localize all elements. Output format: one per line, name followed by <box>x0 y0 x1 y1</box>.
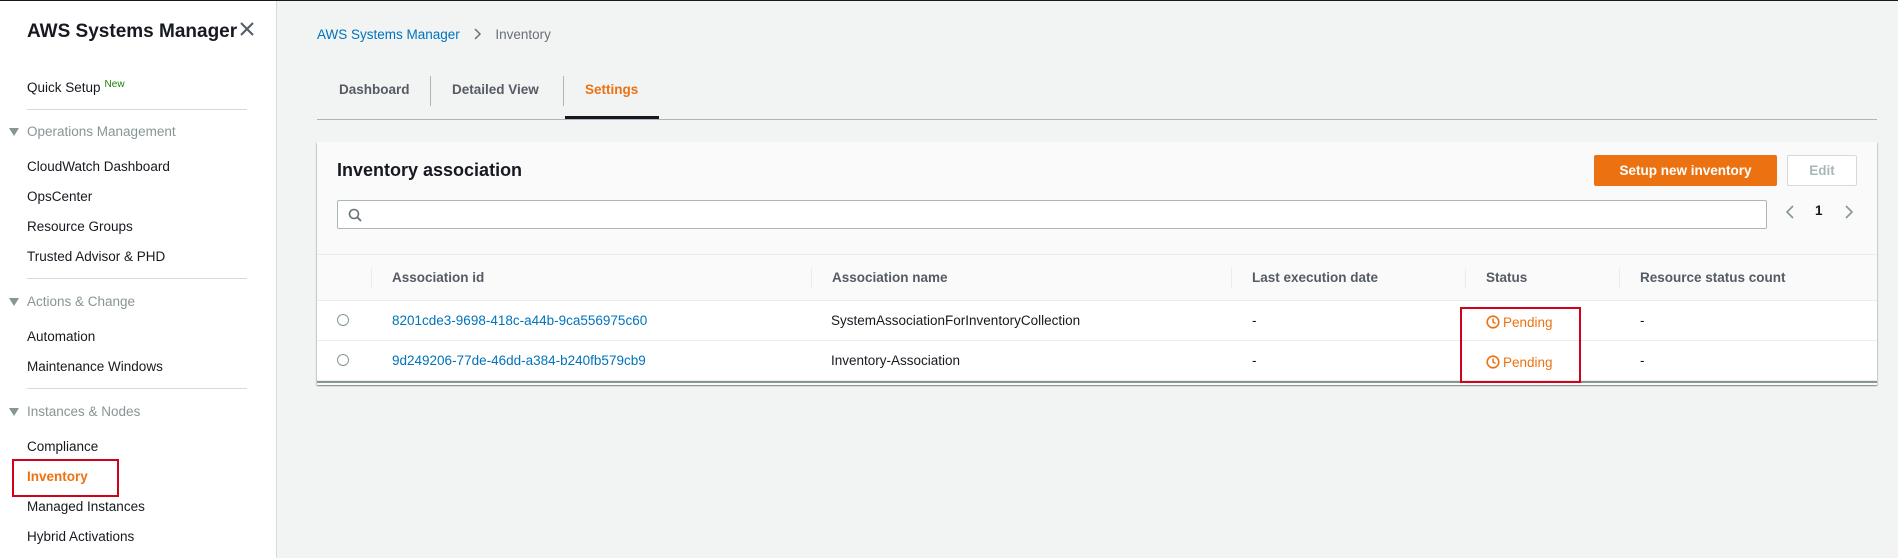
sidebar-item-quick-setup[interactable]: Quick Setup New <box>27 79 125 95</box>
caret-down-icon <box>9 128 19 136</box>
last-execution-date: - <box>1252 353 1257 368</box>
breadcrumb-current: Inventory <box>495 27 551 42</box>
sidebar-item-automation[interactable]: Automation <box>27 329 95 344</box>
tab-dashboard[interactable]: Dashboard <box>339 82 410 97</box>
search-icon <box>348 208 362 222</box>
sidebar-item-managed-instances[interactable]: Managed Instances <box>27 499 145 514</box>
active-tab-indicator <box>565 116 659 119</box>
chevron-right-icon <box>474 27 482 42</box>
tab-separator <box>563 76 564 106</box>
caret-down-icon <box>9 408 19 416</box>
table-row: 8201cde3-9698-418c-a44b-9ca556975c60 Sys… <box>317 301 1877 341</box>
top-border <box>0 0 1898 1</box>
sidebar-item-label: Quick Setup <box>27 80 101 95</box>
association-name: SystemAssociationForInventoryCollection <box>831 313 1081 328</box>
sidebar-item-resource-groups[interactable]: Resource Groups <box>27 219 133 234</box>
inventory-association-panel: Inventory association Setup new inventor… <box>317 142 1877 385</box>
page-number[interactable]: 1 <box>1815 203 1823 218</box>
setup-new-inventory-button[interactable]: Setup new inventory <box>1594 155 1777 186</box>
resource-status-count: - <box>1640 353 1645 368</box>
sidebar-divider <box>27 388 247 389</box>
tab-detailed-view[interactable]: Detailed View <box>452 82 539 97</box>
column-header-status[interactable]: Status <box>1486 270 1527 285</box>
column-separator <box>1231 268 1232 288</box>
tab-bar: Dashboard Detailed View Settings <box>317 66 1877 120</box>
sidebar-item-cloudwatch-dashboard[interactable]: CloudWatch Dashboard <box>27 159 170 174</box>
caret-down-icon <box>9 298 19 306</box>
sidebar-section-label: Operations Management <box>27 124 176 139</box>
sidebar-divider <box>27 278 247 279</box>
close-icon[interactable] <box>238 20 256 38</box>
column-separator <box>371 268 372 288</box>
sidebar-section-instances-nodes[interactable]: Instances & Nodes <box>9 404 140 419</box>
column-header-association-id[interactable]: Association id <box>392 270 484 285</box>
breadcrumb: AWS Systems Manager Inventory <box>317 27 551 42</box>
column-separator <box>1465 268 1466 288</box>
sidebar-item-compliance[interactable]: Compliance <box>27 439 98 454</box>
column-separator <box>1619 268 1620 288</box>
row-radio[interactable] <box>337 354 349 366</box>
sidebar-item-hybrid-activations[interactable]: Hybrid Activations <box>27 529 134 544</box>
sidebar-item-trusted-advisor[interactable]: Trusted Advisor & PHD <box>27 249 165 264</box>
last-execution-date: - <box>1252 313 1257 328</box>
edit-button[interactable]: Edit <box>1787 155 1857 186</box>
table-header: Association id Association name Last exe… <box>317 254 1877 301</box>
chevron-right-icon[interactable] <box>1842 201 1856 223</box>
row-radio[interactable] <box>337 314 349 326</box>
tab-separator <box>430 76 431 106</box>
breadcrumb-link-systems-manager[interactable]: AWS Systems Manager <box>317 27 460 42</box>
resource-status-count: - <box>1640 313 1645 328</box>
tab-settings[interactable]: Settings <box>585 82 638 97</box>
sidebar-item-maintenance-windows[interactable]: Maintenance Windows <box>27 359 163 374</box>
highlight-box-inventory <box>12 459 119 497</box>
sidebar-section-label: Actions & Change <box>27 294 136 309</box>
sidebar-title: AWS Systems Manager <box>27 21 238 42</box>
column-header-last-execution-date[interactable]: Last execution date <box>1252 270 1378 285</box>
association-id-link[interactable]: 9d249206-77de-46dd-a384-b240fb579cb9 <box>392 353 646 368</box>
panel-bottom-border <box>317 381 1877 383</box>
chevron-left-icon[interactable] <box>1783 201 1797 223</box>
highlight-box-status <box>1460 307 1581 383</box>
sidebar-divider <box>27 109 247 110</box>
search-input[interactable] <box>370 205 1754 226</box>
column-header-association-name[interactable]: Association name <box>832 270 948 285</box>
sidebar-section-label: Instances & Nodes <box>27 404 141 419</box>
search-box <box>337 200 1767 229</box>
sidebar-item-opscenter[interactable]: OpsCenter <box>27 189 92 204</box>
association-id-link[interactable]: 8201cde3-9698-418c-a44b-9ca556975c60 <box>392 313 647 328</box>
new-badge: New <box>104 79 125 90</box>
column-header-resource-status-count[interactable]: Resource status count <box>1640 270 1786 285</box>
table-row: 9d249206-77de-46dd-a384-b240fb579cb9 Inv… <box>317 341 1877 381</box>
column-separator <box>811 268 812 288</box>
sidebar-section-operations-management[interactable]: Operations Management <box>9 124 176 139</box>
panel-title: Inventory association <box>337 160 523 180</box>
association-name: Inventory-Association <box>831 353 961 368</box>
sidebar-section-actions-change[interactable]: Actions & Change <box>9 294 135 309</box>
